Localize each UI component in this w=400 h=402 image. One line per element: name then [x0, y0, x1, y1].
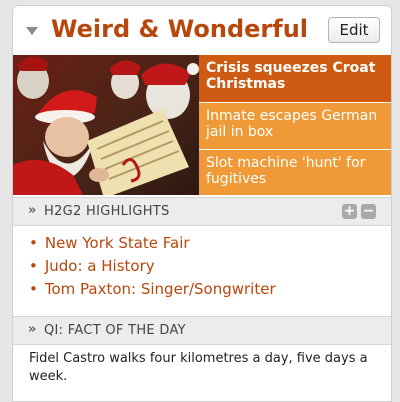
bullet-icon: • [29, 257, 38, 275]
collapse-minus-icon[interactable]: − [361, 204, 376, 219]
bullet-icon: • [29, 280, 38, 298]
fact-of-the-day-text: Fidel Castro walks four kilometres a day… [29, 351, 368, 384]
santa-photo[interactable] [13, 55, 199, 195]
list-item[interactable]: • Judo: a History [29, 257, 276, 280]
double-chevron-icon: » [28, 322, 37, 337]
weird-wonderful-widget: Weird & Wonderful Edit Crisis squeezes C… [12, 5, 392, 402]
h2g2-highlights-bar: » H2G2 HIGHLIGHTS + − [13, 197, 391, 226]
story-link-2[interactable]: Inmate escapes German jail in box [199, 103, 391, 149]
list-item[interactable]: • New York State Fair [29, 234, 276, 257]
bullet-icon: • [29, 234, 38, 252]
edit-button[interactable]: Edit [328, 17, 380, 43]
widget-header: Weird & Wonderful Edit [13, 6, 391, 54]
highlights-list: • New York State Fair • Judo: a History • T… [29, 234, 276, 303]
highlight-link[interactable]: Tom Paxton: Singer/Songwriter [45, 280, 276, 298]
section-title: H2G2 HIGHLIGHTS [44, 204, 170, 219]
feature-panel: Crisis squeezes Croat Christmas Inmate e… [13, 55, 391, 195]
highlight-link[interactable]: New York State Fair [45, 234, 190, 252]
expand-plus-icon[interactable]: + [342, 204, 357, 219]
santa-photo-illustration [13, 56, 199, 195]
section-title: QI: FACT OF THE DAY [44, 323, 186, 338]
story-link-3[interactable]: Slot machine 'hunt' for fugitives [199, 150, 391, 195]
highlight-link[interactable]: Judo: a History [45, 257, 155, 275]
story-link-1[interactable]: Crisis squeezes Croat Christmas [199, 55, 391, 102]
collapse-arrow-icon[interactable] [26, 27, 38, 35]
list-item[interactable]: • Tom Paxton: Singer/Songwriter [29, 280, 276, 303]
double-chevron-icon: » [28, 203, 37, 218]
qi-fact-bar: » QI: FACT OF THE DAY [13, 316, 391, 345]
widget-title: Weird & Wonderful [51, 15, 309, 43]
